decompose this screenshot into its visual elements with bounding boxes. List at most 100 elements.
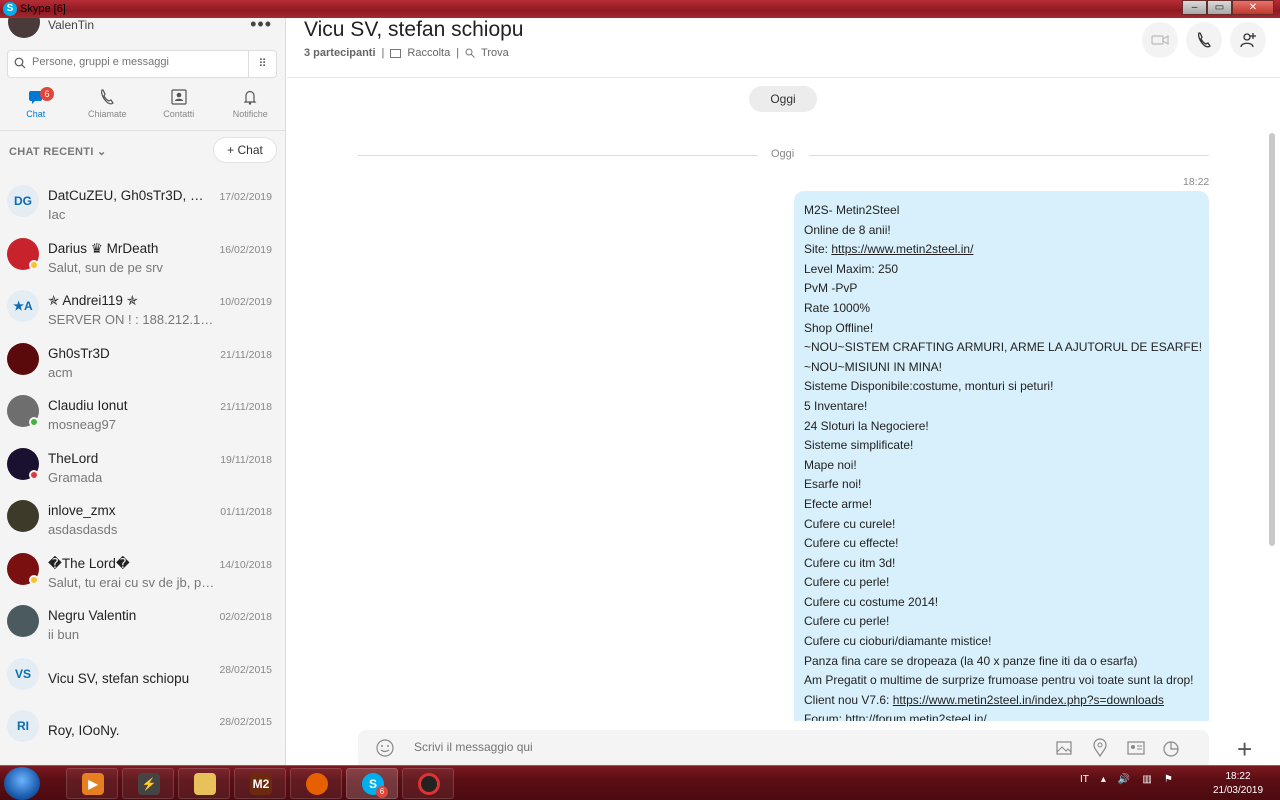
chat-list-item[interactable]: TheLord Gramada 19/11/2018 — [0, 438, 285, 491]
sidebar: ValenTin ••• ⠿ 6 Chat Chiamate Contatti … — [0, 18, 286, 765]
message-bubble[interactable]: M2S- Metin2Steel Online de 8 anii! Site: h… — [794, 191, 1209, 721]
window-title-bar: S Skype [6] ‒ ▭ ✕ — [0, 0, 1280, 18]
clock[interactable]: 18:22 21/03/2019 — [1198, 770, 1278, 798]
message-line: Cufere cu perle! — [804, 614, 890, 629]
message-link[interactable]: https://www.metin2steel.in/ — [831, 242, 973, 256]
tab-calls[interactable]: Chiamate — [72, 86, 144, 128]
recent-chats-title[interactable]: CHAT RECENTI ⌄ — [9, 145, 107, 158]
tab-notifications[interactable]: Notifiche — [215, 86, 286, 128]
chat-list-item[interactable]: ★A ✯ Andrei119 ✯ SERVER ON ! : 188.212.100… — [0, 280, 285, 333]
chat-list-item[interactable]: Negru Valentin ii bun 02/02/2018 — [0, 595, 285, 648]
profile-avatar[interactable] — [8, 18, 40, 38]
metin2-icon: M2 — [250, 773, 272, 795]
emoji-icon[interactable] — [375, 738, 395, 758]
action-center-icon[interactable]: ⚑ — [1164, 774, 1173, 785]
phone-icon — [101, 89, 115, 105]
chat-name: TheLord — [48, 450, 99, 466]
taskbar-metin2[interactable]: M2 — [234, 768, 286, 799]
image-icon[interactable] — [1054, 738, 1074, 758]
divider-left — [358, 155, 758, 156]
poll-icon[interactable] — [1161, 738, 1181, 758]
volume-icon[interactable]: 🔊 — [1118, 774, 1130, 785]
taskbar-app-2[interactable]: ⚡ — [122, 768, 174, 799]
add-person-icon — [1240, 33, 1256, 48]
profile-name[interactable]: ValenTin — [48, 18, 94, 32]
message-line: ~NOU~MISIUNI IN MINA! — [804, 359, 943, 374]
gallery-icon — [390, 48, 402, 58]
chat-date: 19/11/2018 — [220, 453, 272, 466]
day-pill: Oggi — [749, 86, 817, 112]
chat-list-item[interactable]: Gh0sTr3D acm 21/11/2018 — [0, 333, 285, 386]
network-icon[interactable]: ▥ — [1142, 774, 1151, 785]
nav-tabs: 6 Chat Chiamate Contatti Notifiche — [0, 86, 286, 128]
taskbar-firefox[interactable] — [290, 768, 342, 799]
start-button[interactable] — [4, 767, 40, 800]
divider-right — [809, 155, 1209, 156]
chat-list-item[interactable]: Darius ♛ MrDeath Salut, sun de pe srv 16/0… — [0, 228, 285, 281]
tab-contacts[interactable]: Contatti — [143, 86, 215, 128]
message-composer[interactable] — [358, 730, 1209, 766]
tab-chat-label: Chat — [26, 109, 46, 119]
chat-list-item[interactable]: RI Roy, IOoNy. 28/02/2015 — [0, 700, 285, 753]
search-box[interactable]: ⠿ — [7, 50, 277, 78]
find-link[interactable]: Trova — [481, 47, 509, 59]
chat-preview: Gramada — [48, 469, 103, 485]
minimize-button[interactable]: ‒ — [1182, 0, 1207, 15]
chat-date: 01/11/2018 — [220, 506, 272, 518]
tray-arrow-icon[interactable]: ▴ — [1101, 774, 1106, 785]
gallery-link[interactable]: Raccolta — [407, 47, 450, 59]
chat-list-item[interactable]: DG DatCuZEU, Gh0sTr3D, 2 a... Iac 17/02/201… — [0, 175, 285, 228]
message-line: Cufere cu perle! — [804, 575, 890, 590]
dialpad-icon[interactable]: ⠿ — [248, 51, 276, 77]
conversation-title[interactable]: Vicu SV, stefan schiopu — [304, 18, 524, 42]
conversation-meta: 3 partecipanti | Raccolta | Trova — [304, 47, 509, 59]
chat-avatar: RI — [7, 710, 39, 742]
chat-list-item[interactable]: Claudiu Ionut mosneag97 21/11/2018 — [0, 385, 285, 438]
firefox-icon — [306, 773, 328, 795]
chat-list-item[interactable]: inlove_zmx asdasdasds 01/11/2018 — [0, 490, 285, 543]
taskbar: ▶ ⚡ M2 S6 IT ▴ 🔊 ▥ ⚑ 18:22 21/03/2019 — [0, 765, 1280, 800]
message-line: 24 Sloturi la Negociere! — [804, 418, 929, 433]
video-call-button[interactable] — [1142, 22, 1178, 58]
chat-avatar: DG — [7, 185, 39, 217]
phone-icon — [1198, 32, 1211, 48]
chat-date: 28/02/2015 — [219, 663, 272, 676]
language-indicator[interactable]: IT — [1080, 774, 1089, 785]
chat-date: 21/11/2018 — [220, 401, 272, 413]
scrollbar[interactable] — [1269, 133, 1275, 546]
add-people-button[interactable] — [1230, 22, 1266, 58]
message-text: Client nou V7.6: — [804, 692, 893, 707]
chat-list-item[interactable]: VS Vicu SV, stefan schiopu 28/02/2015 — [0, 648, 285, 701]
participants-link[interactable]: 3 partecipanti — [304, 47, 376, 59]
close-button[interactable]: ✕ — [1232, 0, 1274, 15]
taskbar-media-player[interactable]: ▶ — [66, 768, 118, 799]
contact-card-icon[interactable] — [1126, 738, 1146, 758]
add-content-button[interactable]: + — [1237, 736, 1252, 762]
chat-name: Gh0sTr3D — [48, 345, 110, 361]
audio-call-button[interactable] — [1186, 22, 1222, 58]
conversation-header: Vicu SV, stefan schiopu 3 partecipanti |… — [287, 18, 1280, 78]
message-line: Forum: http://forum.metin2steel.in/ — [804, 712, 987, 721]
chat-preview: asdasdasds — [48, 522, 118, 537]
search-input[interactable] — [32, 56, 242, 68]
chat-date: 02/02/2018 — [219, 611, 272, 623]
chat-avatar — [7, 500, 39, 532]
chat-badge: 6 — [40, 87, 54, 101]
message-line: Client nou V7.6: https://www.metin2steel… — [804, 691, 1199, 711]
taskbar-skype[interactable]: S6 — [346, 768, 398, 799]
message-line: 5 Inventare! — [804, 398, 868, 413]
more-options-icon[interactable]: ••• — [250, 18, 272, 35]
maximize-button[interactable]: ▭ — [1207, 0, 1232, 15]
message-input[interactable] — [414, 740, 814, 754]
message-link[interactable]: https://www.metin2steel.in/index.php?s=d… — [893, 693, 1164, 707]
tab-chat[interactable]: 6 Chat — [0, 86, 72, 128]
location-icon[interactable] — [1090, 738, 1110, 758]
meta-separator: | — [456, 47, 460, 59]
chat-preview: mosneag97 — [48, 417, 116, 432]
message-line: Cufere cu effecte! — [804, 536, 899, 551]
taskbar-recorder[interactable] — [402, 768, 454, 799]
chat-list-item[interactable]: �The Lord� Salut, tu erai cu sv de jb, pa… — [0, 543, 285, 596]
taskbar-explorer[interactable] — [178, 768, 230, 799]
new-chat-button[interactable]: + Chat — [213, 137, 277, 163]
chat-date: 10/02/2019 — [219, 296, 272, 308]
